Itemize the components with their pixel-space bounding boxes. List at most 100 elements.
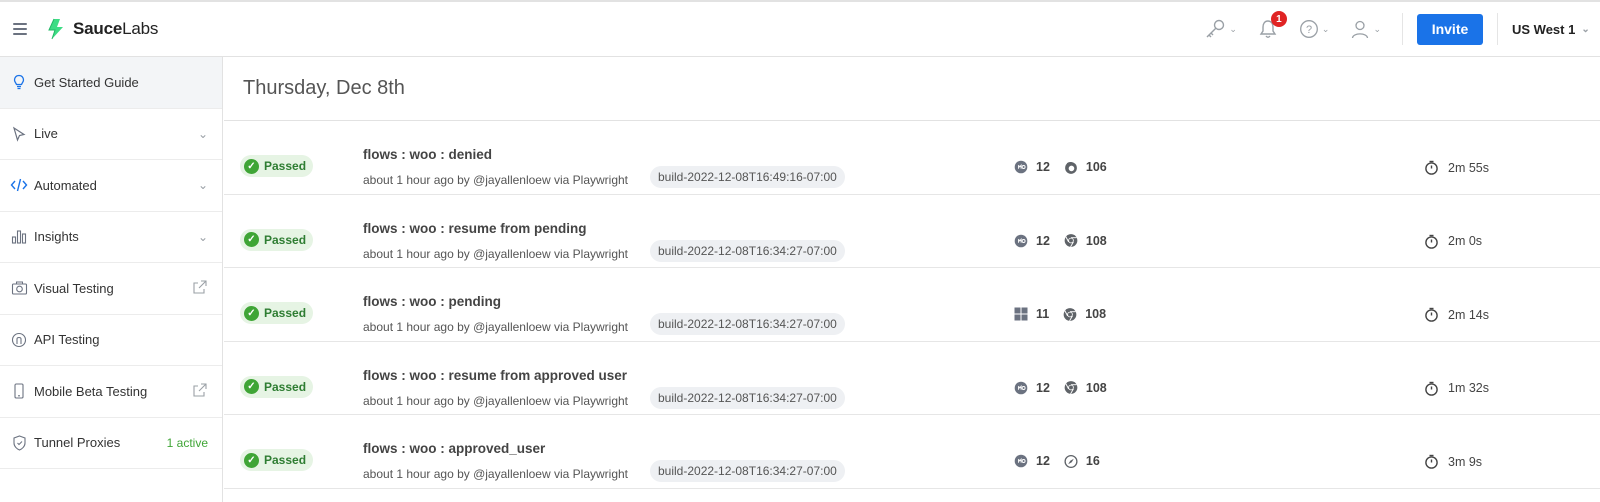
test-title[interactable]: flows : woo : resume from pending <box>363 221 587 236</box>
platform-info: 12 16 <box>1014 454 1100 468</box>
camera-icon <box>10 279 28 297</box>
date-heading: Thursday, Dec 8th <box>224 57 1600 121</box>
firefox-icon <box>1064 160 1078 174</box>
region-selector[interactable]: US West 1 ⌄ <box>1512 22 1600 37</box>
chevron-down-icon: ⌄ <box>1321 23 1330 34</box>
status-label: Passed <box>264 453 307 467</box>
chevron-down-icon: ⌄ <box>197 229 208 244</box>
sidebar-item-label: API Testing <box>34 332 100 348</box>
build-badge[interactable]: build-2022-12-08T16:49:16-07:00 <box>650 166 845 188</box>
invite-button[interactable]: Invite <box>1417 13 1483 45</box>
test-duration: 2m 14s <box>1424 307 1489 322</box>
notifications-button[interactable]: 1 <box>1258 11 1287 39</box>
sidebar-item-api-testing[interactable]: API Testing <box>0 315 222 366</box>
build-badge[interactable]: build-2022-12-08T16:34:27-07:00 <box>650 239 845 262</box>
os-version: 12 <box>1036 160 1050 174</box>
sidebar-item-live[interactable]: Live ⌄ <box>0 109 222 160</box>
chevron-down-icon: ⌄ <box>1229 23 1237 34</box>
help-button[interactable]: ? ⌄ <box>1299 19 1330 39</box>
cursor-icon <box>10 125 28 143</box>
access-key-button[interactable]: ⌄ <box>1204 18 1237 40</box>
build-badge[interactable]: build-2022-12-08T16:34:27-07:00 <box>650 313 845 335</box>
duration-value: 1m 32s <box>1448 381 1489 395</box>
check-icon: ✓ <box>244 232 259 247</box>
build-badge[interactable]: build-2022-12-08T16:34:27-07:00 <box>650 460 845 482</box>
test-row[interactable]: ✓ Passed flows : woo : pending about 1 h… <box>224 268 1600 342</box>
divider <box>1402 13 1403 45</box>
region-label: US West 1 <box>1512 21 1576 37</box>
notification-count-badge: 1 <box>1270 11 1287 27</box>
stopwatch-icon <box>1424 381 1439 396</box>
sidebar-item-label: Insights <box>34 229 79 245</box>
test-row[interactable]: ✓ Passed flows : woo : resume from pendi… <box>224 195 1600 268</box>
mac-icon <box>1014 454 1028 468</box>
phone-icon <box>10 382 28 400</box>
duration-value: 2m 55s <box>1448 160 1489 175</box>
top-bar: SauceLabs ⌄ 1 ? ⌄ ⌄ Invite US West 1 ⌄ <box>0 0 1600 57</box>
sauce-logo-icon <box>48 18 63 40</box>
test-title[interactable]: flows : woo : approved_user <box>363 441 545 456</box>
svg-text:?: ? <box>1306 24 1312 36</box>
test-title[interactable]: flows : woo : resume from approved user <box>363 368 627 383</box>
test-row[interactable]: ✓ Passed flows : woo : resume from appro… <box>224 342 1600 415</box>
windows-icon <box>1014 307 1028 321</box>
status-label: Passed <box>264 159 307 173</box>
os-version: 12 <box>1036 380 1050 395</box>
sidebar-item-automated[interactable]: Automated ⌄ <box>0 160 222 212</box>
brand-name: SauceLabs <box>73 19 159 38</box>
build-badge[interactable]: build-2022-12-08T16:34:27-07:00 <box>650 386 845 409</box>
duration-value: 3m 9s <box>1448 454 1483 469</box>
platform-info: 12 106 <box>1014 160 1107 174</box>
browser-version: 16 <box>1085 454 1100 468</box>
status-badge: ✓ Passed <box>240 302 314 324</box>
stopwatch-icon <box>1424 234 1439 249</box>
hamburger-menu-icon[interactable] <box>13 23 27 35</box>
check-icon: ✓ <box>244 158 259 174</box>
key-icon <box>1206 19 1225 38</box>
divider <box>1497 13 1498 45</box>
status-badge: ✓ Passed <box>240 155 314 177</box>
saucelabs-logo[interactable]: SauceLabs <box>45 18 158 40</box>
mac-icon <box>1014 160 1028 174</box>
status-badge: ✓ Passed <box>240 375 314 398</box>
test-row[interactable]: ✓ Passed flows : woo : approved_user abo… <box>224 415 1600 489</box>
chevron-down-icon: ⌄ <box>197 178 208 193</box>
mac-icon <box>1014 381 1028 395</box>
duration-value: 2m 14s <box>1448 307 1489 322</box>
api-icon <box>10 331 28 349</box>
sidebar-item-visual-testing[interactable]: Visual Testing <box>0 263 222 315</box>
sidebar-item-label: Automated <box>34 177 97 193</box>
chevron-down-icon: ⌄ <box>1581 23 1590 35</box>
external-link-icon <box>192 279 208 298</box>
sidebar-item-mobile-beta-testing[interactable]: Mobile Beta Testing <box>0 366 222 418</box>
stopwatch-icon <box>1424 454 1439 469</box>
test-meta: about 1 hour ago by @jayallenloew via Pl… <box>363 320 629 334</box>
sidebar-item-get-started[interactable]: Get Started Guide <box>0 57 222 109</box>
status-badge: ✓ Passed <box>240 228 314 251</box>
sidebar-item-label: Tunnel Proxies <box>34 435 121 451</box>
sidebar-item-tunnel-proxies[interactable]: Tunnel Proxies 1 active <box>0 418 222 469</box>
test-duration: 2m 55s <box>1424 160 1489 175</box>
duration-value: 2m 0s <box>1448 234 1483 248</box>
user-icon <box>1352 20 1369 39</box>
sidebar-item-insights[interactable]: Insights ⌄ <box>0 212 222 263</box>
test-title[interactable]: flows : woo : denied <box>363 147 492 162</box>
main-content: Thursday, Dec 8th ✓ Passed flows : woo :… <box>224 57 1600 502</box>
test-duration: 3m 9s <box>1424 454 1482 469</box>
user-menu-button[interactable]: ⌄ <box>1350 19 1381 39</box>
stopwatch-icon <box>1424 160 1439 175</box>
mac-icon <box>1014 234 1028 248</box>
test-list: ✓ Passed flows : woo : denied about 1 ho… <box>224 121 1600 489</box>
test-title[interactable]: flows : woo : pending <box>363 294 501 309</box>
check-icon: ✓ <box>244 305 259 321</box>
test-row[interactable]: ✓ Passed flows : woo : denied about 1 ho… <box>224 121 1600 195</box>
safari-icon <box>1064 454 1078 468</box>
browser-version: 106 <box>1085 160 1107 174</box>
chevron-down-icon: ⌄ <box>197 126 208 141</box>
test-meta: about 1 hour ago by @jayallenloew via Pl… <box>363 173 629 187</box>
bar-chart-icon <box>10 228 28 246</box>
sidebar: Get Started Guide Live ⌄ Automated ⌄ Ins… <box>0 57 223 502</box>
chrome-icon <box>1064 234 1078 248</box>
check-icon: ✓ <box>244 452 259 468</box>
sidebar-item-label: Live <box>34 126 58 142</box>
